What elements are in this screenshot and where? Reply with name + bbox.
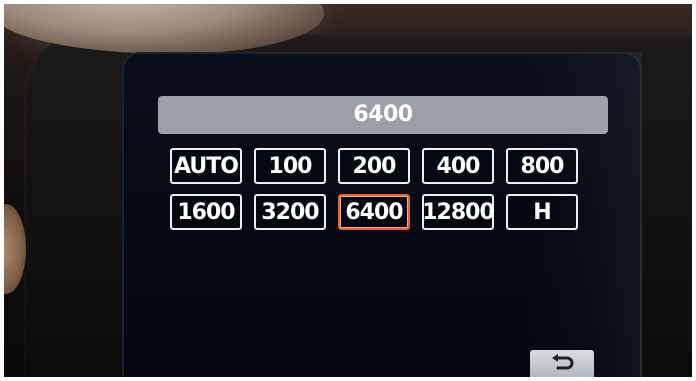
return-icon — [549, 354, 575, 376]
iso-grid: AUTO 100 200 400 800 1600 3200 6400 1280… — [170, 148, 600, 240]
iso-option-3200[interactable]: 3200 — [254, 194, 326, 230]
iso-option-400[interactable]: 400 — [422, 148, 494, 184]
finger-left — [4, 204, 26, 294]
iso-row-2: 1600 3200 6400 12800 H — [170, 194, 600, 230]
return-button[interactable] — [530, 350, 594, 377]
photo-frame: 6400 AUTO 100 200 400 800 1600 3200 6400… — [4, 4, 692, 377]
iso-option-h[interactable]: H — [506, 194, 578, 230]
iso-row-1: AUTO 100 200 400 800 — [170, 148, 600, 184]
iso-option-200[interactable]: 200 — [338, 148, 410, 184]
iso-option-6400[interactable]: 6400 — [338, 194, 410, 230]
iso-option-auto[interactable]: AUTO — [170, 148, 242, 184]
iso-option-800[interactable]: 800 — [506, 148, 578, 184]
iso-option-1600[interactable]: 1600 — [170, 194, 242, 230]
iso-option-12800[interactable]: 12800 — [422, 194, 495, 230]
iso-title-bar: 6400 — [158, 96, 608, 134]
lcd-screen: 6400 AUTO 100 200 400 800 1600 3200 6400… — [122, 52, 642, 377]
iso-option-100[interactable]: 100 — [254, 148, 326, 184]
